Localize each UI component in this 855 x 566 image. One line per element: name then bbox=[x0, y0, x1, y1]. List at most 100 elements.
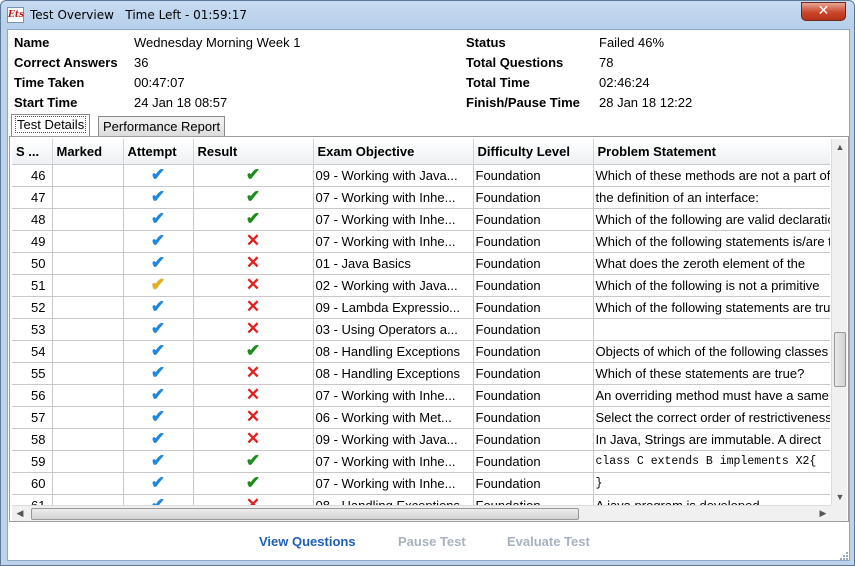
result-cell: ✕ bbox=[193, 406, 314, 429]
pause-test-button[interactable]: Pause Test bbox=[398, 534, 466, 549]
check-icon: ✔ bbox=[150, 231, 166, 250]
check-icon: ✔ bbox=[150, 297, 166, 316]
total-time-label: Total Time bbox=[466, 75, 530, 90]
table-row[interactable]: 55 ✔ ✕ 08 - Handling Exceptions Foundation Wh… bbox=[12, 362, 830, 385]
serial-cell: 58 bbox=[12, 428, 53, 451]
problem-statement-cell: Which of the following statements is/are… bbox=[593, 230, 830, 253]
column-header-result[interactable]: Result bbox=[193, 139, 314, 165]
table-row[interactable]: 53 ✔ ✕ 03 - Using Operators a... Foundation bbox=[12, 318, 830, 341]
correct-check-icon: ✔ bbox=[245, 209, 261, 228]
wrong-cross-icon: ✕ bbox=[245, 429, 261, 448]
attempt-cell: ✔ bbox=[123, 274, 194, 297]
problem-statement-cell: the definition of an interface: bbox=[593, 186, 830, 209]
exam-objective-cell: 08 - Handling Exceptions bbox=[313, 340, 474, 363]
table-row[interactable]: 61 ✔ ✕ 08 - Handling Exceptions Foundation A … bbox=[12, 494, 830, 505]
wrong-cross-icon: ✕ bbox=[245, 231, 261, 250]
table-row[interactable]: 51 ✔ ✕ 02 - Working with Java... Foundation W… bbox=[12, 274, 830, 297]
exam-objective-cell: 08 - Handling Exceptions bbox=[313, 362, 474, 385]
time-taken-label: Time Taken bbox=[14, 75, 85, 90]
exam-objective-cell: 07 - Working with Inhe... bbox=[313, 472, 474, 495]
serial-cell: 54 bbox=[12, 340, 53, 363]
result-cell: ✕ bbox=[193, 274, 314, 297]
difficulty-cell: Foundation bbox=[473, 230, 594, 253]
horizontal-scroll-thumb[interactable] bbox=[31, 508, 579, 520]
table-row[interactable]: 46 ✔ ✔ 09 - Working with Java... Foundation W… bbox=[12, 164, 830, 187]
total-questions-label: Total Questions bbox=[466, 55, 564, 70]
table-row[interactable]: 54 ✔ ✔ 08 - Handling Exceptions Foundation Ob… bbox=[12, 340, 830, 363]
title-bar[interactable]: Ets Test Overview Time Left - 01:59:17 ✕ bbox=[1, 1, 854, 29]
exam-objective-cell: 07 - Working with Inhe... bbox=[313, 384, 474, 407]
correct-check-icon: ✔ bbox=[245, 341, 261, 360]
column-header-exam-objective[interactable]: Exam Objective bbox=[313, 139, 474, 165]
tab-test-details-label: Test Details bbox=[14, 116, 87, 133]
result-cell: ✕ bbox=[193, 230, 314, 253]
check-icon: ✔ bbox=[150, 385, 166, 404]
view-questions-button[interactable]: View Questions bbox=[259, 534, 356, 549]
evaluate-test-button[interactable]: Evaluate Test bbox=[507, 534, 590, 549]
problem-statement-cell: Which of the following are valid declara… bbox=[593, 208, 830, 231]
scroll-down-arrow-icon[interactable]: ▼ bbox=[832, 489, 848, 505]
scroll-up-arrow-icon[interactable]: ▲ bbox=[832, 139, 848, 155]
test-details-panel: S ... Marked Attempt Result Exam Objecti… bbox=[9, 136, 849, 522]
attempt-cell: ✔ bbox=[123, 384, 194, 407]
result-cell: ✕ bbox=[193, 252, 314, 275]
resize-grip-icon[interactable] bbox=[839, 551, 849, 561]
check-icon: ✔ bbox=[150, 363, 166, 382]
attempt-cell: ✔ bbox=[123, 318, 194, 341]
table-row[interactable]: 59 ✔ ✔ 07 - Working with Inhe... Foundation c… bbox=[12, 450, 830, 473]
scroll-right-arrow-icon[interactable]: ▶ bbox=[815, 506, 831, 521]
marked-cell bbox=[52, 494, 124, 505]
serial-cell: 57 bbox=[12, 406, 53, 429]
column-header-serial[interactable]: S ... bbox=[12, 139, 53, 165]
column-header-problem-statement[interactable]: Problem Statement bbox=[593, 139, 830, 165]
wrong-cross-icon: ✕ bbox=[245, 319, 261, 338]
exam-objective-cell: 09 - Working with Java... bbox=[313, 428, 474, 451]
wrong-cross-icon: ✕ bbox=[245, 253, 261, 272]
difficulty-cell: Foundation bbox=[473, 428, 594, 451]
close-button[interactable]: ✕ bbox=[801, 2, 846, 21]
serial-cell: 47 bbox=[12, 186, 53, 209]
status-value: Failed 46% bbox=[599, 35, 665, 50]
serial-cell: 50 bbox=[12, 252, 53, 275]
problem-statement-cell: Select the correct order of restrictiven… bbox=[593, 406, 830, 429]
horizontal-scrollbar[interactable]: ◀ ▶ bbox=[12, 505, 831, 521]
result-cell: ✔ bbox=[193, 186, 314, 209]
column-header-marked[interactable]: Marked bbox=[52, 139, 124, 165]
wrong-cross-icon: ✕ bbox=[245, 363, 261, 382]
marked-cell bbox=[52, 296, 124, 319]
problem-statement-cell: What does the zeroth element of the bbox=[593, 252, 830, 275]
table-row[interactable]: 58 ✔ ✕ 09 - Working with Java... Foundation I… bbox=[12, 428, 830, 451]
difficulty-cell: Foundation bbox=[473, 164, 594, 187]
attempt-cell: ✔ bbox=[123, 406, 194, 429]
table-row[interactable]: 57 ✔ ✕ 06 - Working with Met... Foundation Se… bbox=[12, 406, 830, 429]
result-cell: ✔ bbox=[193, 208, 314, 231]
table-row[interactable]: 52 ✔ ✕ 09 - Lambda Expressio... Foundation Wh… bbox=[12, 296, 830, 319]
vertical-scrollbar[interactable]: ▲ ▼ bbox=[831, 139, 847, 505]
difficulty-cell: Foundation bbox=[473, 472, 594, 495]
table-row[interactable]: 48 ✔ ✔ 07 - Working with Inhe... Foundation W… bbox=[12, 208, 830, 231]
table-row[interactable]: 47 ✔ ✔ 07 - Working with Inhe... Foundation t… bbox=[12, 186, 830, 209]
marked-cell bbox=[52, 406, 124, 429]
vertical-scroll-thumb[interactable] bbox=[834, 332, 846, 387]
scroll-left-arrow-icon[interactable]: ◀ bbox=[12, 506, 28, 521]
wrong-cross-icon: ✕ bbox=[245, 407, 261, 426]
marked-cell bbox=[52, 252, 124, 275]
table-row[interactable]: 56 ✔ ✕ 07 - Working with Inhe... Foundation A… bbox=[12, 384, 830, 407]
column-header-difficulty-level[interactable]: Difficulty Level bbox=[473, 139, 594, 165]
problem-statement-cell: A java program is developed bbox=[593, 494, 830, 505]
serial-cell: 46 bbox=[12, 164, 53, 187]
name-label: Name bbox=[14, 35, 50, 50]
finish-pause-time-label: Finish/Pause Time bbox=[466, 95, 580, 110]
result-cell: ✔ bbox=[193, 472, 314, 495]
tab-test-details[interactable]: Test Details bbox=[11, 114, 91, 136]
name-value: Wednesday Morning Week 1 bbox=[134, 35, 301, 50]
table-row[interactable]: 49 ✔ ✕ 07 - Working with Inhe... Foundation W… bbox=[12, 230, 830, 253]
difficulty-cell: Foundation bbox=[473, 318, 594, 341]
serial-cell: 61 bbox=[12, 494, 53, 505]
problem-statement-cell: An overriding method must have a same bbox=[593, 384, 830, 407]
table-row[interactable]: 50 ✔ ✕ 01 - Java Basics Foundation What does … bbox=[12, 252, 830, 275]
column-header-attempt[interactable]: Attempt bbox=[123, 139, 194, 165]
table-row[interactable]: 60 ✔ ✔ 07 - Working with Inhe... Foundation} bbox=[12, 472, 830, 495]
marked-cell bbox=[52, 208, 124, 231]
tab-performance-report[interactable]: Performance Report bbox=[98, 116, 226, 136]
